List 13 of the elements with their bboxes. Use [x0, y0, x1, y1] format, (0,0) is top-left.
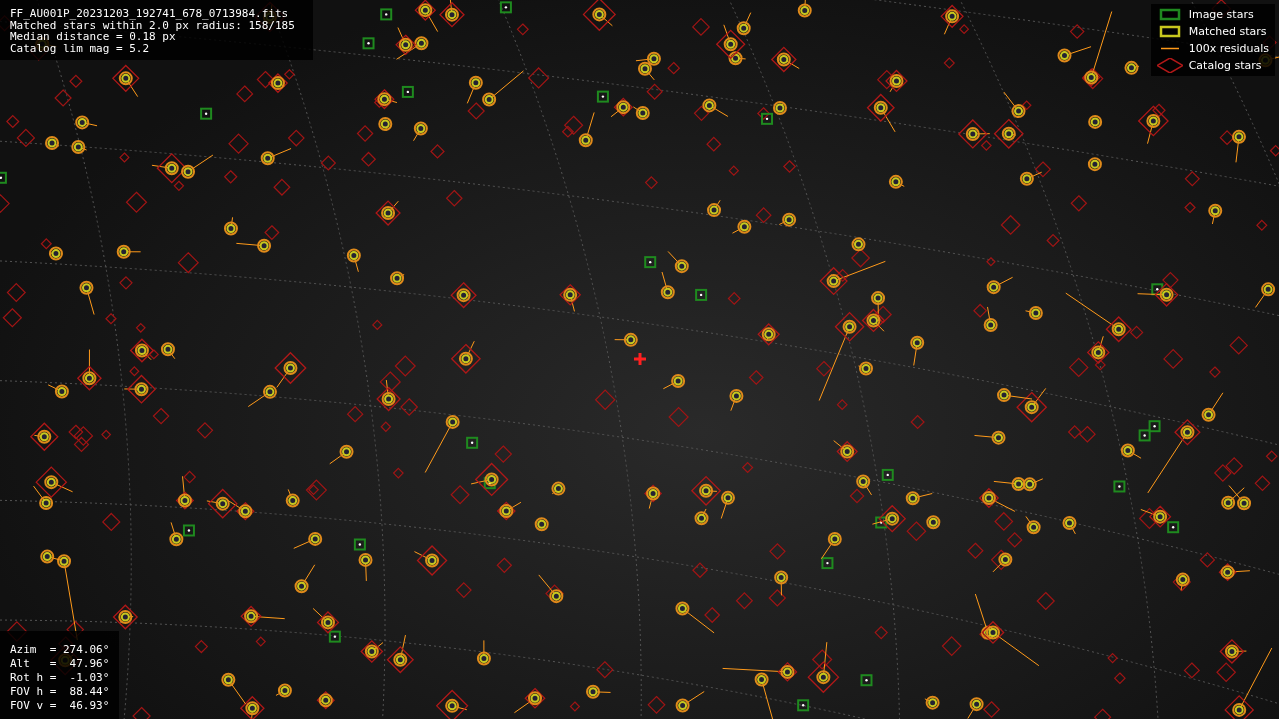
legend-label: Image stars — [1188, 7, 1255, 22]
info-line: Catalog lim mag = 5.2 — [10, 42, 151, 54]
pointing-line: FOV v = 46.93° — [10, 699, 110, 713]
legend-label: Matched stars — [1188, 24, 1268, 39]
legend-label: Catalog stars — [1188, 58, 1263, 73]
pointing-line: Rot h = -1.03° — [10, 671, 110, 685]
pointing-line: Alt = 47.96° — [10, 657, 110, 671]
pointing-line: FOV h = 88.44° — [10, 685, 110, 699]
info-line: Matched stars within 2.0 px radius: 158/185 — [10, 19, 295, 31]
info-line: Median distance = 0.18 px — [10, 31, 176, 43]
pointing-line: Azim = 274.06° — [10, 643, 110, 657]
info-line: FF_AU001P_20231203_192741_678_0713984.fits — [10, 8, 290, 20]
legend-label: 100x residuals — [1188, 41, 1269, 56]
